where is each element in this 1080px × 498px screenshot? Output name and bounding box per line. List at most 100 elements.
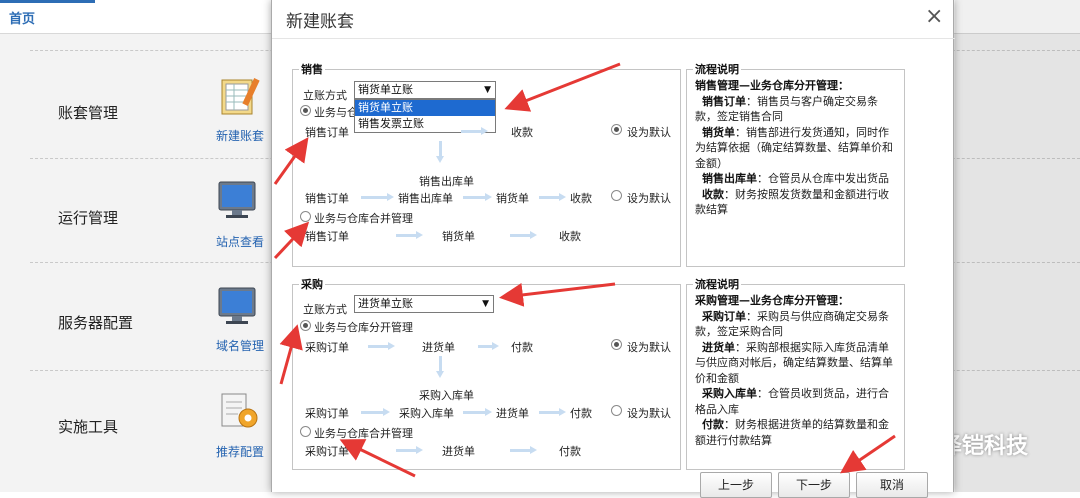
sales-flow2-node: 销售出库单 [398, 192, 453, 205]
sales-merged-radio[interactable] [300, 211, 311, 222]
sales-separate-radio[interactable] [300, 105, 311, 116]
chevron-down-icon: ▼ [484, 85, 491, 95]
chevron-down-icon: ▼ [482, 299, 489, 309]
monitor-icon[interactable] [216, 178, 260, 222]
desc-term: 销售订单 [702, 94, 746, 108]
flow-arrow [396, 446, 423, 454]
desc-body: ：仓管员从仓库中发出货品 [757, 172, 889, 185]
flow-arrow [510, 231, 537, 239]
purchase-flow3-node: 付款 [559, 445, 581, 458]
section-label-operation: 运行管理 [58, 209, 119, 227]
desc-term: 销货单 [702, 125, 735, 139]
purchase-default-radio[interactable] [611, 339, 622, 350]
flow-arrow [539, 193, 566, 201]
new-ledger-dialog: 新建账套 × 销售 立账方式 销货单立账 ▼ 业务与仓库分开管理 销货单立账 销… [271, 0, 955, 498]
sales-flow3-node: 收款 [559, 230, 581, 243]
purchase-flow3-node: 采购订单 [305, 445, 349, 458]
link-recommend-config[interactable]: 推荐配置 [216, 443, 264, 460]
purchase-desc-text: 采购管理—业务仓库分开管理： 采购订单：采购员与供应商确定交易条款，签定采购合同… [695, 293, 898, 448]
purchase-flow2-node: 采购入库单 [399, 407, 454, 420]
desc-body: ：财务根据进货单的结算数量和金额进行付款结算 [695, 418, 889, 447]
section-label-ledger: 账套管理 [58, 104, 119, 122]
purchase-desc-heading: 采购管理—业务仓库分开管理： [695, 294, 849, 307]
link-new-ledger[interactable]: 新建账套 [216, 127, 264, 144]
flow-arrow [463, 193, 492, 201]
flow-arrow [510, 446, 537, 454]
link-site-view[interactable]: 站点查看 [216, 233, 264, 250]
purchase-method-label: 立账方式 [303, 303, 347, 316]
monitor-icon[interactable] [216, 284, 260, 328]
purchase-default-label: 设为默认 [627, 341, 671, 354]
flow-arrow [361, 193, 394, 201]
desc-term: 采购入库单 [702, 387, 757, 400]
prev-button[interactable]: 上一步 [700, 472, 772, 498]
sales-flow2-node: 收款 [570, 192, 592, 205]
purchase-merged-label: 业务与仓库合并管理 [314, 427, 413, 440]
sales-mid-node: 销售出库单 [419, 175, 474, 188]
ledger-icon[interactable] [218, 74, 262, 118]
purchase-flow2-node: 进货单 [496, 407, 529, 420]
flow-arrow [539, 408, 566, 416]
cancel-button[interactable]: 取消 [856, 472, 928, 498]
sales-method-label: 立账方式 [303, 89, 347, 102]
purchase-mid-node: 采购入库单 [419, 389, 474, 402]
sales-flow2-node: 销货单 [496, 192, 529, 205]
sales-method-select[interactable]: 销货单立账 ▼ [354, 81, 496, 99]
sales-flow1-node: 销售订单 [305, 126, 349, 139]
purchase-legend: 采购 [301, 278, 323, 291]
sales-desc-text: 销售管理—业务仓库分开管理： 销售订单：销售员与客户确定交易条款，签定销售合同 … [695, 78, 898, 218]
next-button[interactable]: 下一步 [778, 472, 850, 498]
purchase-flow1-node: 进货单 [422, 341, 455, 354]
flow-arrow [461, 127, 488, 135]
purchase-flow2-node: 付款 [570, 407, 592, 420]
sales-flow1-node: 收款 [511, 126, 533, 139]
flow-arrow [478, 342, 499, 350]
purchase-default-label: 设为默认 [627, 407, 671, 420]
sales-legend: 销售 [301, 63, 323, 76]
purchase-flow3-node: 进货单 [442, 445, 475, 458]
sales-default-label: 设为默认 [627, 126, 671, 139]
option-sales-voucher[interactable]: 销货单立账 [355, 100, 495, 116]
desc-term: 采购订单 [702, 309, 746, 323]
flow-arrow [368, 342, 395, 350]
flow-arrow-down [436, 141, 444, 163]
desc-term: 销售出库单 [702, 172, 757, 185]
desc-term: 收款 [702, 187, 724, 201]
dialog-title: 新建账套 [286, 12, 354, 32]
desc-term: 付款 [702, 418, 724, 431]
sales-default-label: 设为默认 [627, 192, 671, 205]
sales-flow3-node: 销货单 [442, 230, 475, 243]
tab-home[interactable]: 首页 [0, 0, 95, 34]
purchase-separate-label: 业务与仓库分开管理 [314, 321, 413, 334]
flow-arrow [361, 408, 390, 416]
sales-flow3-node: 销售订单 [305, 230, 349, 243]
sales-default-radio[interactable] [611, 190, 622, 201]
purchase-method-select[interactable]: 进货单立账 ▼ [354, 295, 494, 313]
desc-term: 进货单 [702, 340, 735, 354]
page-shade [955, 0, 1080, 492]
flow-arrow [396, 231, 423, 239]
purchase-separate-radio[interactable] [300, 320, 311, 331]
purchase-flow2-node: 采购订单 [305, 407, 349, 420]
close-icon[interactable]: × [925, 4, 943, 29]
sales-method-dropdown: 销货单立账 销售发票立账 [354, 99, 496, 133]
purchase-flow1-node: 付款 [511, 341, 533, 354]
purchase-desc-legend: 流程说明 [695, 278, 739, 291]
gear-document-icon[interactable] [218, 390, 262, 434]
link-domain-manage[interactable]: 域名管理 [216, 337, 264, 354]
sales-desc-heading: 销售管理—业务仓库分开管理： [695, 79, 849, 92]
purchase-default-radio[interactable] [611, 405, 622, 416]
dialog-title-divider [272, 38, 955, 39]
sales-merged-label: 业务与仓库合并管理 [314, 212, 413, 225]
sales-flow2-node: 销售订单 [305, 192, 349, 205]
purchase-flow1-node: 采购订单 [305, 341, 349, 354]
desc-body: ：财务按照发货数量和金额进行收款结算 [695, 187, 889, 217]
sales-default-radio[interactable] [611, 124, 622, 135]
purchase-merged-radio[interactable] [300, 426, 311, 437]
sales-desc-legend: 流程说明 [695, 63, 739, 76]
purchase-method-value: 进货单立账 [358, 297, 413, 310]
sales-method-value: 销货单立账 [358, 83, 413, 96]
flow-arrow-down [436, 356, 444, 378]
flow-arrow [463, 408, 492, 416]
section-label-server: 服务器配置 [58, 314, 134, 332]
